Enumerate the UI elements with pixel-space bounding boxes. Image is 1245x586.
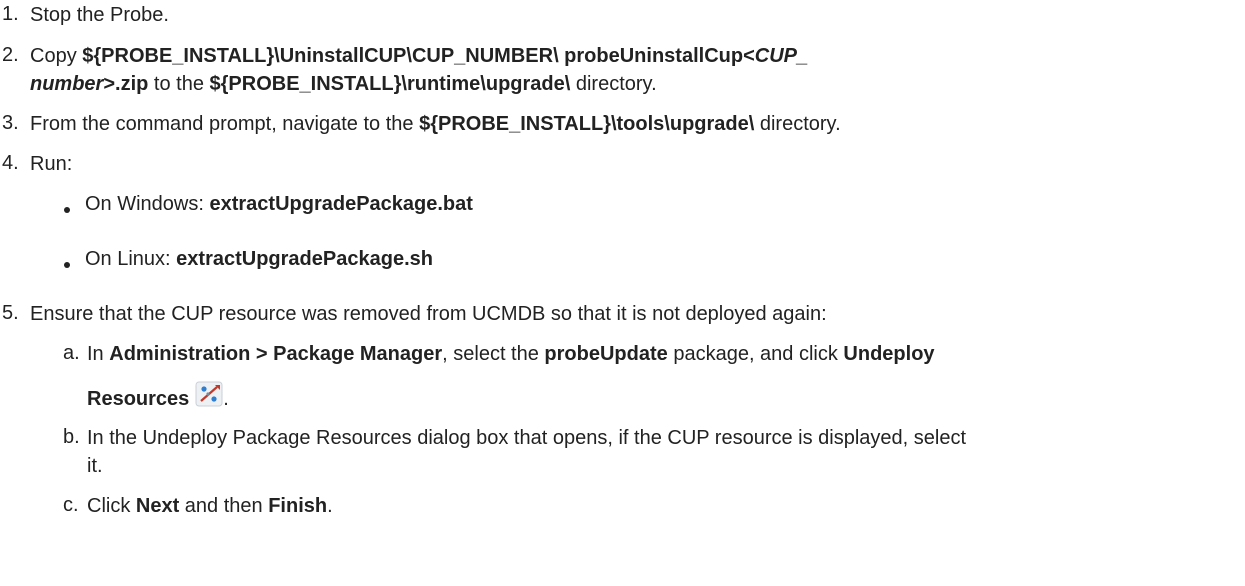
substep-c-text: Click Next and then Finish. — [87, 495, 333, 517]
uninstall-path: ${PROBE_INSTALL}\UninstallCUP\CUP_NUMBER… — [82, 45, 809, 67]
windows-command: extractUpgradePackage.bat — [209, 193, 473, 215]
next-label: Next — [135, 495, 180, 517]
step-number: 3. — [2, 112, 19, 134]
substep-a-line-1: In Administration > Package Manager, sel… — [87, 343, 935, 365]
step-number: 2. — [2, 44, 19, 66]
substep-b-line-2: it. — [87, 455, 103, 477]
substep-letter: a. — [63, 342, 80, 364]
undeploy-label: Undeploy — [843, 343, 935, 365]
step-2-line-2: number>.zip to the ${PROBE_INSTALL}\runt… — [30, 73, 657, 95]
tools-upgrade-dir: ${PROBE_INSTALL}\tools\upgrade\ — [419, 113, 755, 135]
run-item-linux: On Linux: extractUpgradePackage.sh — [85, 248, 433, 270]
substep-a-line-2: Resources . — [87, 381, 229, 411]
uninstall-path-cont: number>.zip — [30, 73, 149, 95]
step-4-text: Run: — [30, 153, 73, 175]
step-number: 1. — [2, 3, 19, 25]
bullet-icon — [64, 207, 70, 213]
run-item-windows: On Windows: extractUpgradePackage.bat — [85, 193, 473, 215]
substep-letter: c. — [63, 494, 79, 516]
step-1-text: Stop the Probe. — [30, 4, 169, 26]
resources-label: Resources — [87, 388, 190, 410]
step-2-copy: Copy — [30, 45, 77, 67]
step-number: 5. — [2, 302, 19, 324]
package-name: probeUpdate — [544, 343, 668, 365]
step-3-text: From the command prompt, navigate to the… — [30, 113, 841, 135]
procedure-document: 1. Stop the Probe. 2. Copy ${PROBE_INSTA… — [0, 0, 1245, 586]
finish-label: Finish — [268, 495, 328, 517]
menu-path: Administration > Package Manager — [109, 343, 443, 365]
step-number: 4. — [2, 152, 19, 174]
step-2-line-1: Copy ${PROBE_INSTALL}\UninstallCUP\CUP_N… — [30, 44, 808, 68]
substep-letter: b. — [63, 426, 80, 448]
linux-command: extractUpgradePackage.sh — [176, 248, 433, 270]
substep-b-line-1: In the Undeploy Package Resources dialog… — [87, 427, 967, 449]
runtime-upgrade-dir: ${PROBE_INSTALL}\runtime\upgrade\ — [209, 73, 571, 95]
bullet-icon — [64, 262, 70, 268]
step-5-text: Ensure that the CUP resource was removed… — [30, 303, 827, 325]
undeploy-resources-icon — [195, 381, 223, 407]
